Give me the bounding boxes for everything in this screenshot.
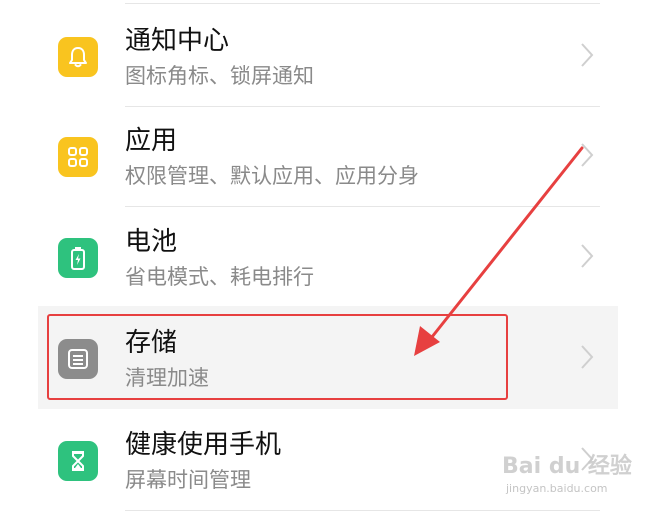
settings-item-storage[interactable]: 存储 清理加速 [38, 306, 618, 409]
settings-item-subtitle: 图标角标、锁屏通知 [125, 64, 314, 88]
storage-icon [58, 339, 98, 379]
apps-grid-icon [58, 137, 98, 177]
settings-item-apps[interactable]: 应用 权限管理、默认应用、应用分身 [0, 104, 654, 207]
settings-item-subtitle: 清理加速 [125, 366, 209, 390]
battery-icon [58, 238, 98, 278]
chevron-right-icon [581, 447, 594, 471]
settings-item-title: 存储 [125, 328, 178, 358]
settings-item-notification-center[interactable]: 通知中心 图标角标、锁屏通知 [0, 4, 654, 107]
settings-item-subtitle: 权限管理、默认应用、应用分身 [125, 164, 419, 188]
settings-item-subtitle: 省电模式、耗电排行 [125, 265, 314, 289]
chevron-right-icon [581, 143, 594, 167]
chevron-right-icon [581, 244, 594, 268]
settings-item-title: 电池 [125, 227, 178, 257]
settings-item-title: 健康使用手机 [125, 430, 282, 460]
settings-item-subtitle: 屏幕时间管理 [125, 468, 251, 492]
settings-item-title: 通知中心 [125, 26, 230, 56]
settings-item-battery[interactable]: 电池 省电模式、耗电排行 [0, 205, 654, 308]
bell-icon [58, 37, 98, 77]
row-divider [125, 510, 600, 511]
hourglass-icon [58, 441, 98, 481]
chevron-right-icon [581, 345, 594, 369]
settings-item-title: 应用 [125, 126, 178, 156]
settings-item-digital-wellbeing[interactable]: 健康使用手机 屏幕时间管理 [0, 408, 654, 511]
chevron-right-icon [581, 43, 594, 67]
